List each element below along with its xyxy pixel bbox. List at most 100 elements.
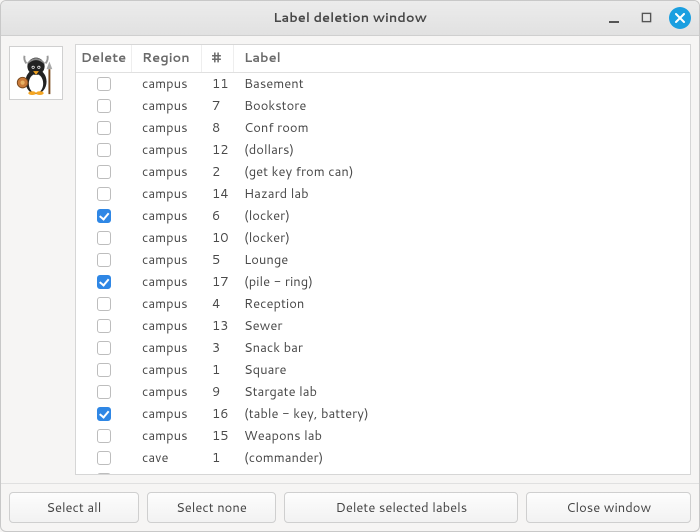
table-body[interactable]: campus11Basementcampus7Bookstorecampus8C… <box>76 73 690 474</box>
header-label[interactable]: Label <box>234 45 690 73</box>
table-row[interactable]: cave5(entrance from Domains room) <box>76 469 690 474</box>
cell-label: Weapons lab <box>234 425 690 447</box>
cell-region: campus <box>132 117 202 139</box>
cell-number: 14 <box>202 183 234 205</box>
table-row[interactable]: campus9Stargate lab <box>76 381 690 403</box>
delete-selected-button[interactable]: Delete selected labels <box>284 492 518 523</box>
label-table: Delete Region # Label campus11Basementca… <box>75 44 691 475</box>
table-row[interactable]: campus7Bookstore <box>76 95 690 117</box>
select-none-button[interactable]: Select none <box>147 492 277 523</box>
cell-region: campus <box>132 425 202 447</box>
delete-checkbox[interactable] <box>97 77 111 91</box>
cell-delete <box>76 469 132 474</box>
cell-number: 7 <box>202 95 234 117</box>
cell-region: campus <box>132 337 202 359</box>
delete-checkbox[interactable] <box>97 429 111 443</box>
table-row[interactable]: campus11Basement <box>76 73 690 95</box>
delete-checkbox[interactable] <box>97 275 111 289</box>
cell-delete <box>76 205 132 227</box>
delete-checkbox[interactable] <box>97 297 111 311</box>
delete-checkbox[interactable] <box>97 99 111 113</box>
cell-number: 5 <box>202 249 234 271</box>
cell-number: 13 <box>202 315 234 337</box>
cell-number: 17 <box>202 271 234 293</box>
cell-number: 16 <box>202 403 234 425</box>
table-header: Delete Region # Label <box>76 45 690 74</box>
delete-checkbox[interactable] <box>97 473 111 474</box>
delete-checkbox[interactable] <box>97 165 111 179</box>
header-delete[interactable]: Delete <box>76 45 132 73</box>
table-row[interactable]: campus6(locker) <box>76 205 690 227</box>
cell-label: Sewer <box>234 315 690 337</box>
table-row[interactable]: campus12(dollars) <box>76 139 690 161</box>
cell-number: 2 <box>202 161 234 183</box>
table-row[interactable]: campus15Weapons lab <box>76 425 690 447</box>
app-icon-panel <box>9 44 67 475</box>
cell-region: campus <box>132 95 202 117</box>
table-row[interactable]: campus8Conf room <box>76 117 690 139</box>
delete-checkbox[interactable] <box>97 341 111 355</box>
delete-checkbox[interactable] <box>97 451 111 465</box>
delete-checkbox[interactable] <box>97 121 111 135</box>
table-row[interactable]: campus3Snack bar <box>76 337 690 359</box>
cell-delete <box>76 95 132 117</box>
table-row[interactable]: campus10(locker) <box>76 227 690 249</box>
cell-number: 1 <box>202 359 234 381</box>
cell-region: campus <box>132 359 202 381</box>
cell-delete <box>76 139 132 161</box>
table-row[interactable]: cave1(commander) <box>76 447 690 469</box>
table-row[interactable]: campus17(pile - ring) <box>76 271 690 293</box>
cell-region: campus <box>132 249 202 271</box>
table-row[interactable]: campus14Hazard lab <box>76 183 690 205</box>
cell-delete <box>76 403 132 425</box>
cell-region: campus <box>132 315 202 337</box>
cell-delete <box>76 161 132 183</box>
delete-checkbox[interactable] <box>97 209 111 223</box>
header-number[interactable]: # <box>202 45 234 73</box>
table-row[interactable]: campus1Square <box>76 359 690 381</box>
cell-number: 5 <box>202 469 234 474</box>
cell-delete <box>76 293 132 315</box>
cell-number: 6 <box>202 205 234 227</box>
cell-delete <box>76 227 132 249</box>
header-region[interactable]: Region <box>132 45 202 73</box>
table-row[interactable]: campus4Reception <box>76 293 690 315</box>
titlebar: Label deletion window <box>1 1 699 36</box>
cell-region: campus <box>132 73 202 95</box>
cell-delete <box>76 337 132 359</box>
table-row[interactable]: campus16(table - key, battery) <box>76 403 690 425</box>
window-controls <box>605 7 691 29</box>
cell-number: 11 <box>202 73 234 95</box>
cell-region: campus <box>132 381 202 403</box>
table-row[interactable]: campus13Sewer <box>76 315 690 337</box>
cell-label: Basement <box>234 73 690 95</box>
table-row[interactable]: campus2(get key from can) <box>76 161 690 183</box>
close-window-button[interactable]: Close window <box>526 492 691 523</box>
delete-checkbox[interactable] <box>97 319 111 333</box>
cell-delete <box>76 271 132 293</box>
cell-label: Snack bar <box>234 337 690 359</box>
cell-number: 8 <box>202 117 234 139</box>
cell-delete <box>76 73 132 95</box>
minimize-icon[interactable] <box>605 9 623 27</box>
maximize-icon[interactable] <box>637 9 655 27</box>
body: Delete Region # Label campus11Basementca… <box>1 36 699 483</box>
cell-label: Reception <box>234 293 690 315</box>
delete-checkbox[interactable] <box>97 385 111 399</box>
cell-region: campus <box>132 183 202 205</box>
cell-delete <box>76 447 132 469</box>
cell-region: cave <box>132 447 202 469</box>
delete-checkbox[interactable] <box>97 407 111 421</box>
delete-checkbox[interactable] <box>97 143 111 157</box>
select-all-button[interactable]: Select all <box>9 492 139 523</box>
delete-checkbox[interactable] <box>97 363 111 377</box>
cell-label: Conf room <box>234 117 690 139</box>
delete-checkbox[interactable] <box>97 253 111 267</box>
cell-number: 1 <box>202 447 234 469</box>
cell-region: campus <box>132 293 202 315</box>
table-row[interactable]: campus5Lounge <box>76 249 690 271</box>
close-icon[interactable] <box>669 7 691 29</box>
delete-checkbox[interactable] <box>97 187 111 201</box>
cell-region: campus <box>132 139 202 161</box>
delete-checkbox[interactable] <box>97 231 111 245</box>
